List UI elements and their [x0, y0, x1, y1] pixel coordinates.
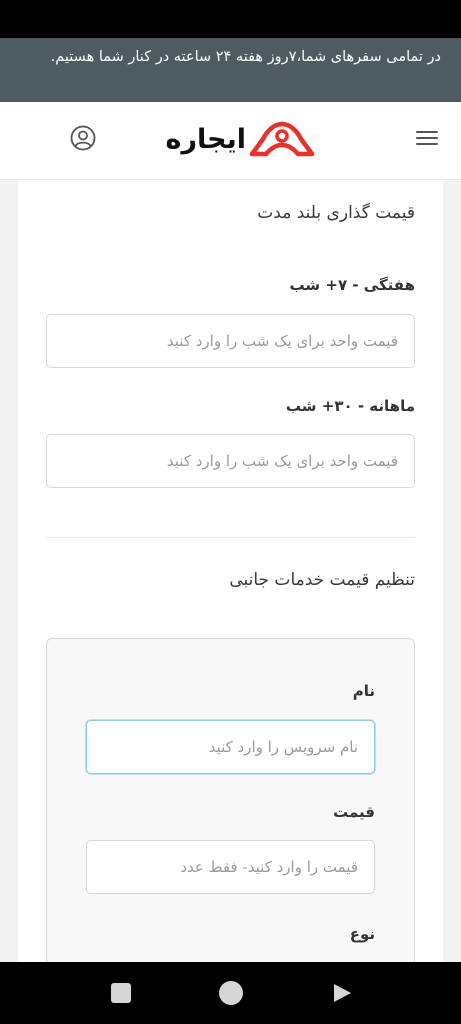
logo-mark-icon — [249, 121, 315, 157]
page-gutter-left — [0, 180, 18, 962]
service-name-label: نام — [352, 682, 375, 700]
hamburger-menu-icon[interactable] — [416, 127, 440, 147]
square-recents-icon[interactable] — [111, 983, 131, 1003]
monthly-price-input[interactable] — [46, 434, 415, 488]
service-name-input[interactable] — [86, 720, 375, 774]
service-price-input[interactable] — [86, 840, 375, 894]
app-header: ایجاره — [0, 102, 461, 180]
service-price-label: قیمت — [333, 803, 375, 821]
section-divider — [46, 537, 415, 538]
notice-text: در تمامی سفرهای شما،۷روز هفته ۲۴ ساعته د… — [50, 49, 441, 65]
page-gutter-right — [443, 180, 461, 962]
android-nav-bar — [0, 962, 461, 1024]
triangle-back-icon[interactable] — [331, 982, 353, 1004]
side-services-title: تنظیم قیمت خدمات جانبی — [229, 570, 415, 590]
notice-banner: در تمامی سفرهای شما،۷روز هفته ۲۴ ساعته د… — [0, 38, 461, 102]
circle-home-icon[interactable] — [219, 981, 243, 1005]
service-type-label: نوع — [349, 925, 375, 943]
weekly-price-input[interactable] — [46, 314, 415, 368]
weekly-price-label: هفتگی - ۷+ شب — [289, 276, 415, 294]
long-term-pricing-title: قیمت گذاری بلند مدت — [257, 203, 415, 223]
monthly-price-label: ماهانه - ۳۰+ شب — [285, 397, 415, 415]
brand-logo[interactable]: ایجاره — [146, 118, 316, 162]
user-account-icon[interactable] — [70, 125, 96, 151]
logo-text: ایجاره — [165, 124, 246, 155]
status-bar — [0, 0, 461, 38]
